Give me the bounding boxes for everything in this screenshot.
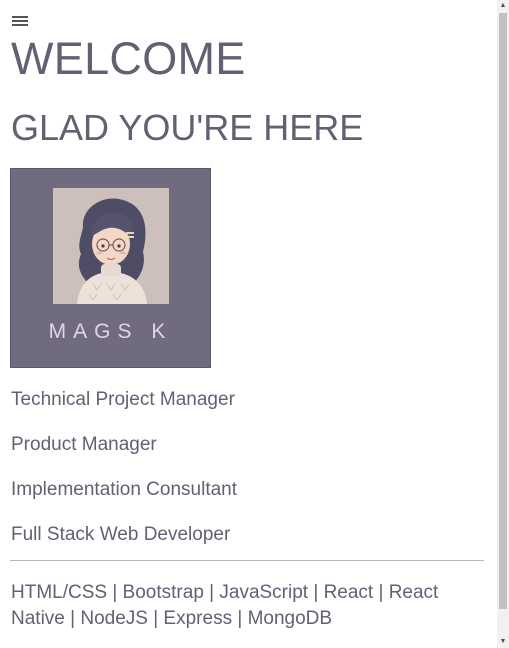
avatar: MAGS K <box>10 168 211 368</box>
hamburger-menu-icon[interactable] <box>12 14 28 30</box>
divider <box>10 560 484 561</box>
scroll-up-arrow-icon[interactable]: ▲ <box>497 0 509 12</box>
avatar-portrait-illustration <box>53 188 169 304</box>
vertical-scrollbar[interactable]: ▲ ▼ <box>497 0 509 648</box>
page-viewport: WELCOME GLAD YOU'RE HERE MAGS K Technica… <box>0 0 497 648</box>
skills-list: HTML/CSS | Bootstrap | JavaScript | Reac… <box>11 582 439 629</box>
roles-list: Technical Project Manager Product Manage… <box>11 387 237 567</box>
scrollbar-thumb[interactable] <box>499 13 507 609</box>
page-subtitle: GLAD YOU'RE HERE <box>11 107 364 148</box>
role-item: Implementation Consultant <box>11 479 238 500</box>
girl-portrait-icon <box>53 188 169 304</box>
role-item: Product Manager <box>11 434 157 455</box>
page-title: WELCOME <box>11 33 246 84</box>
avatar-name: MAGS K <box>48 320 173 343</box>
role-item: Technical Project Manager <box>11 389 235 410</box>
scroll-down-arrow-icon[interactable]: ▼ <box>497 636 509 648</box>
